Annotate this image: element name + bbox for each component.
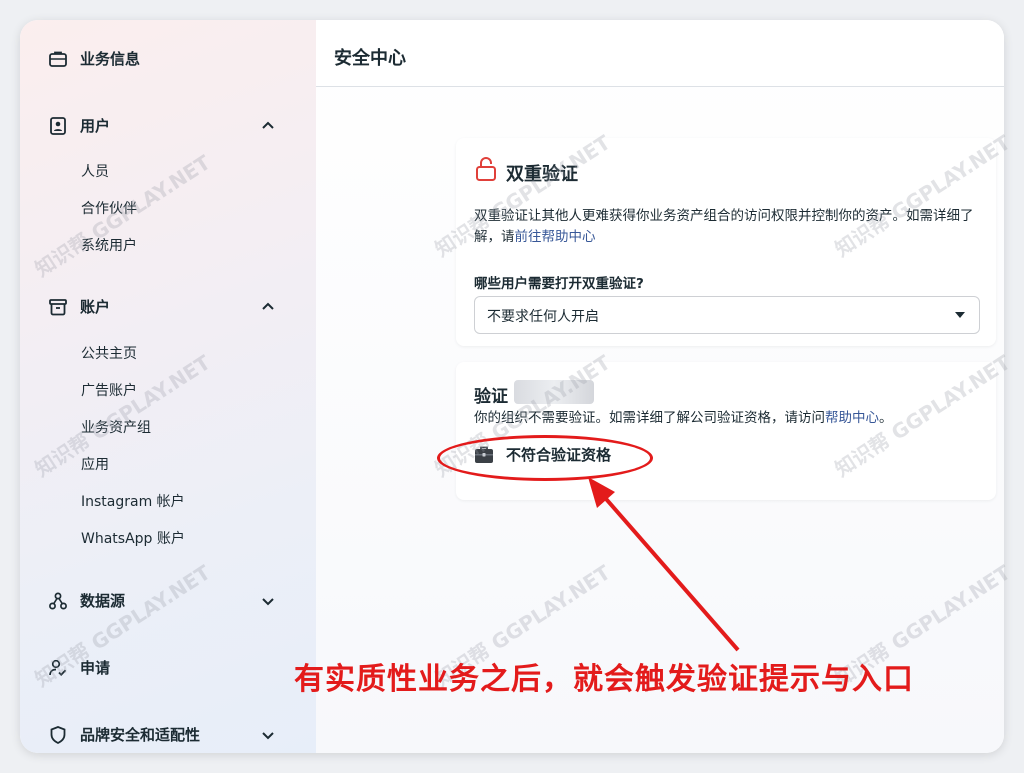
chevron-down-icon[interactable] <box>260 593 276 609</box>
sidebar-item-data-sources[interactable]: 数据源 <box>48 590 276 611</box>
chevron-up-icon[interactable] <box>260 118 276 134</box>
two-factor-card: 双重验证 双重验证让其他人更难获得你业务资产组合的访问权限并控制你的资产。如需详… <box>456 138 996 346</box>
sidebar-item-business-info[interactable]: 业务信息 <box>48 48 276 69</box>
two-factor-description: 双重验证让其他人更难获得你业务资产组合的访问权限并控制你的资产。如需详细了解，请… <box>474 206 984 248</box>
annotation-highlight-ellipse <box>437 435 653 481</box>
app-window: 业务信息 用户 人员 合作伙伴 系统用户 账户 公共主页 广告账户 业务资产组 … <box>20 20 1004 753</box>
sidebar-subitem-business-asset-groups[interactable]: 业务资产组 <box>81 417 151 437</box>
sidebar-item-brand-safety[interactable]: 品牌安全和适配性 <box>48 724 276 745</box>
main-content: 安全中心 双重验证 双重验证让其他人更难获得你业务资产组合的访问权限并控制你的资… <box>316 20 1004 753</box>
sidebar-subitem-instagram[interactable]: Instagram 帐户 <box>81 491 185 511</box>
help-center-link[interactable]: 前往帮助中心 <box>515 229 596 245</box>
blurred-business-name <box>514 380 594 404</box>
chevron-up-icon[interactable] <box>260 299 276 315</box>
sidebar-item-accounts[interactable]: 账户 <box>48 296 276 317</box>
two-factor-requirement-select[interactable]: 不要求任何人开启 <box>474 296 980 334</box>
verification-description: 你的组织不需要验证。如需详细了解公司验证资格，请访问帮助中心。 <box>474 406 893 426</box>
archive-icon <box>49 298 67 315</box>
sidebar-subitem-whatsapp[interactable]: WhatsApp 账户 <box>81 528 185 548</box>
user-check-icon <box>49 659 67 676</box>
sidebar-subitem-pages[interactable]: 公共主页 <box>81 343 137 363</box>
annotation-caption: 有实质性业务之后，就会触发验证提示与入口 <box>294 662 914 697</box>
verification-description-text: 你的组织不需要验证。如需详细了解公司验证资格，请访问 <box>474 410 825 426</box>
sidebar-item-label: 账户 <box>80 298 111 316</box>
data-source-icon <box>49 592 67 609</box>
chevron-down-icon[interactable] <box>260 727 276 743</box>
user-badge-icon <box>50 116 66 135</box>
sidebar-item-requests[interactable]: 申请 <box>48 657 276 678</box>
sidebar-item-label: 业务信息 <box>80 50 141 68</box>
select-value: 不要求任何人开启 <box>487 309 599 325</box>
help-center-link[interactable]: 帮助中心 <box>825 410 879 426</box>
verification-title: 验证 <box>474 387 508 407</box>
sidebar-item-label: 申请 <box>80 659 111 677</box>
top-bar: 安全中心 <box>316 20 1004 87</box>
briefcase-icon <box>49 51 67 67</box>
sidebar-subitem-partners[interactable]: 合作伙伴 <box>81 198 137 218</box>
sidebar-subitem-apps[interactable]: 应用 <box>81 454 109 474</box>
sidebar-subitem-ad-accounts[interactable]: 广告账户 <box>81 380 137 400</box>
sidebar-subitem-people[interactable]: 人员 <box>81 161 109 181</box>
page-title: 安全中心 <box>334 48 406 69</box>
sidebar-subitem-system-users[interactable]: 系统用户 <box>81 235 137 255</box>
unlock-icon <box>476 157 496 181</box>
two-factor-question: 哪些用户需要打开双重验证? <box>474 276 644 292</box>
sidebar-item-users[interactable]: 用户 <box>48 115 276 136</box>
sidebar-item-label: 用户 <box>80 117 111 135</box>
two-factor-title: 双重验证 <box>506 164 578 185</box>
sidebar: 业务信息 用户 人员 合作伙伴 系统用户 账户 公共主页 广告账户 业务资产组 … <box>20 20 316 753</box>
verification-description-end: 。 <box>879 410 893 426</box>
shield-icon <box>50 725 66 744</box>
caret-down-icon <box>955 312 965 318</box>
sidebar-item-label: 品牌安全和适配性 <box>80 726 201 744</box>
sidebar-item-label: 数据源 <box>80 592 126 610</box>
